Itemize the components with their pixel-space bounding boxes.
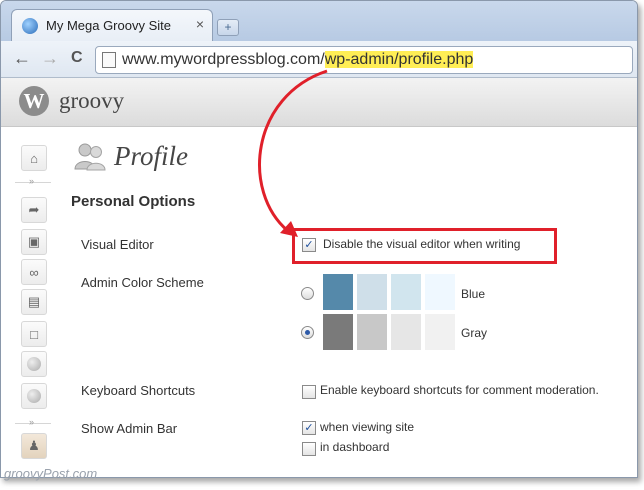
watermark: groovyPost.com (4, 466, 98, 481)
browser-window: My Mega Groovy Site × + ← → C www.myword… (0, 0, 638, 478)
annotation-arrow (258, 69, 328, 237)
